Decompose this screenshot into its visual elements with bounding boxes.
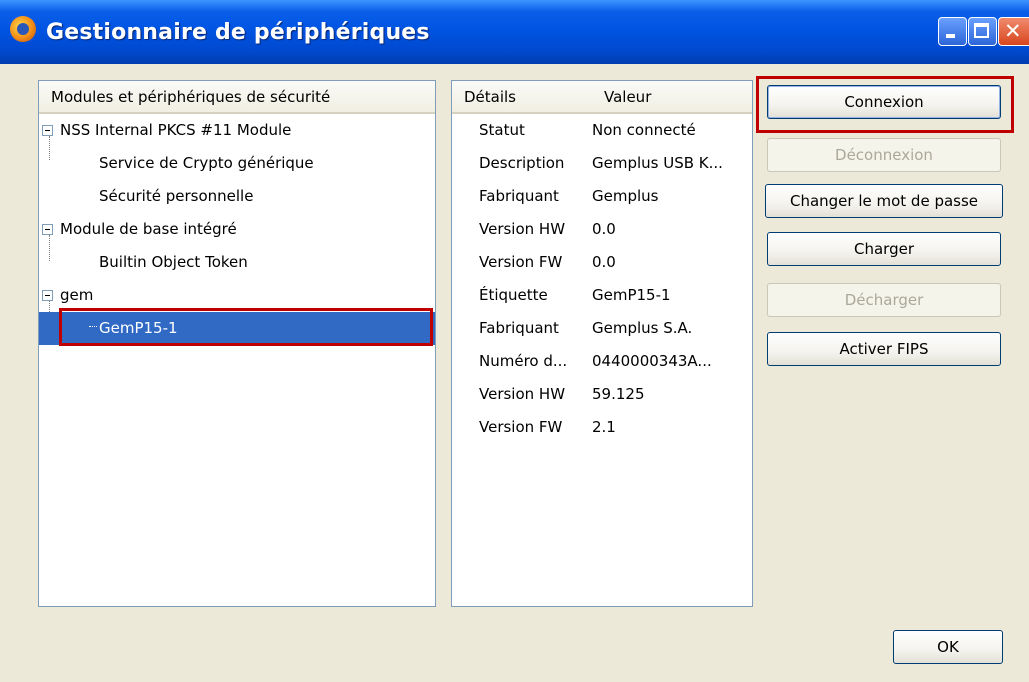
change-password-button[interactable]: Changer le mot de passe xyxy=(765,184,1003,218)
collapse-icon[interactable] xyxy=(42,125,53,136)
title-bar[interactable]: Gestionnaire de périphériques ✕ xyxy=(0,0,1029,64)
details-table[interactable]: Détails Valeur Statut Non connecté Descrip… xyxy=(451,80,753,607)
highlight-box-selected-token xyxy=(59,308,433,346)
detail-value: GemP15-1 xyxy=(592,286,671,304)
detail-key: Statut xyxy=(479,121,525,139)
close-icon: ✕ xyxy=(1004,19,1022,43)
ok-button[interactable]: OK xyxy=(893,630,1003,664)
detail-key: Étiquette xyxy=(479,286,548,304)
detail-value: 0.0 xyxy=(592,253,616,271)
detail-row[interactable]: Version FW 2.1 xyxy=(452,411,752,444)
tree-column-header[interactable]: Modules et périphériques de sécurité xyxy=(39,81,435,114)
detail-value: Gemplus USB K... xyxy=(592,154,723,172)
firefox-icon xyxy=(10,16,36,42)
detail-value: 0.0 xyxy=(592,220,616,238)
detail-value: Gemplus S.A. xyxy=(592,319,693,337)
detail-row[interactable]: Version HW 59.125 xyxy=(452,378,752,411)
detail-row[interactable]: Fabriquant Gemplus S.A. xyxy=(452,312,752,345)
tree-item-builtin-token[interactable]: Builtin Object Token xyxy=(39,246,435,279)
detail-value: 2.1 xyxy=(592,418,616,436)
detail-value: Non connecté xyxy=(592,121,696,139)
maximize-icon xyxy=(974,23,989,38)
minimize-icon xyxy=(946,34,955,38)
detail-key: Numéro d... xyxy=(479,352,568,370)
detail-row[interactable]: Version HW 0.0 xyxy=(452,213,752,246)
minimize-button[interactable] xyxy=(938,17,967,46)
charger-button[interactable]: Charger xyxy=(767,232,1001,266)
detail-row[interactable]: Description Gemplus USB K... xyxy=(452,147,752,180)
detail-value: 0440000343A... xyxy=(592,352,712,370)
detail-key: Fabriquant xyxy=(479,187,559,205)
tree-header-label: Modules et périphériques de sécurité xyxy=(51,88,331,106)
decharger-button[interactable]: Décharger xyxy=(767,283,1001,317)
deconnexion-button[interactable]: Déconnexion xyxy=(767,138,1001,172)
highlight-box-connexion xyxy=(756,76,1014,133)
tree-item-builtin-module[interactable]: Module de base intégré xyxy=(39,213,435,246)
detail-key: Version FW xyxy=(479,418,563,436)
detail-value: Gemplus xyxy=(592,187,659,205)
close-button[interactable]: ✕ xyxy=(998,17,1029,46)
window-title: Gestionnaire de périphériques xyxy=(46,20,430,45)
detail-row[interactable]: Statut Non connecté xyxy=(452,114,752,147)
collapse-icon[interactable] xyxy=(42,290,53,301)
details-header-key: Détails xyxy=(464,88,517,106)
activer-fips-button[interactable]: Activer FIPS xyxy=(767,332,1001,366)
detail-key: Version HW xyxy=(479,385,566,403)
detail-row[interactable]: Étiquette GemP15-1 xyxy=(452,279,752,312)
tree-item-nss-internal[interactable]: NSS Internal PKCS #11 Module xyxy=(39,114,435,147)
details-header-value: Valeur xyxy=(604,88,652,106)
detail-key: Version FW xyxy=(479,253,563,271)
maximize-button[interactable] xyxy=(968,17,997,46)
collapse-icon[interactable] xyxy=(42,224,53,235)
detail-value: 59.125 xyxy=(592,385,645,403)
device-manager-window: Gestionnaire de périphériques ✕ Modules … xyxy=(0,0,1029,682)
detail-row[interactable]: Fabriquant Gemplus xyxy=(452,180,752,213)
detail-key: Version HW xyxy=(479,220,566,238)
detail-row[interactable]: Version FW 0.0 xyxy=(452,246,752,279)
detail-key: Description xyxy=(479,154,565,172)
detail-key: Fabriquant xyxy=(479,319,559,337)
detail-row[interactable]: Numéro d... 0440000343A... xyxy=(452,345,752,378)
tree-item-crypto-service[interactable]: Service de Crypto générique xyxy=(39,147,435,180)
tree-item-personal-security[interactable]: Sécurité personnelle xyxy=(39,180,435,213)
details-column-header[interactable]: Détails Valeur xyxy=(452,81,752,114)
